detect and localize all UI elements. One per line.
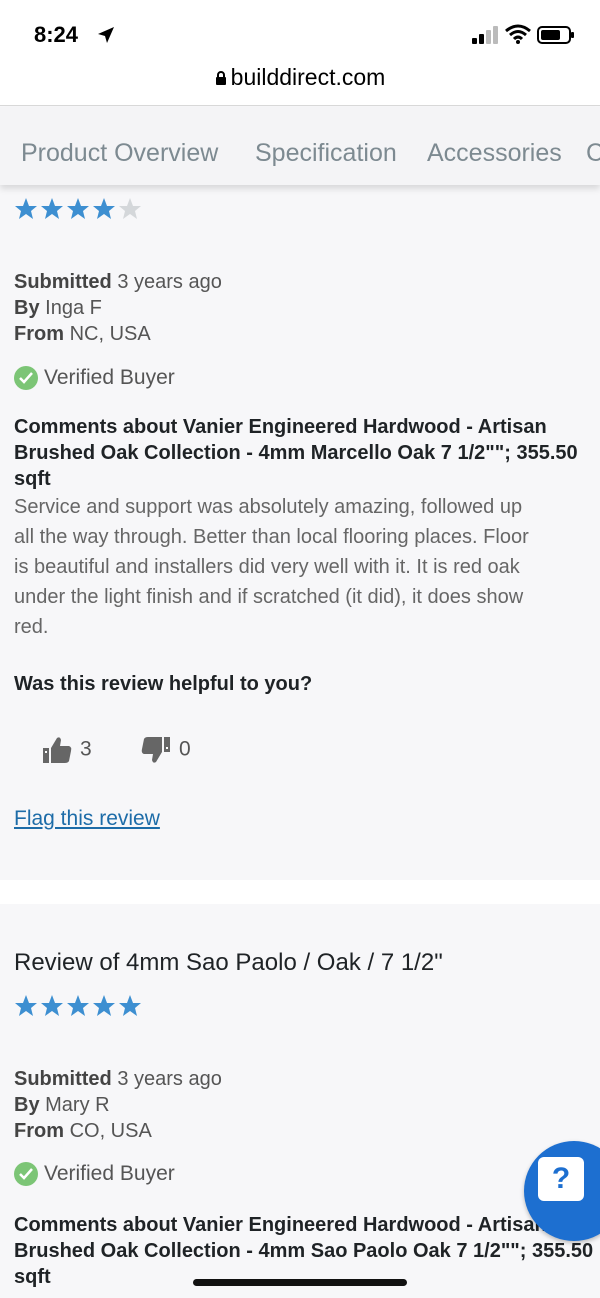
comment-title-line: Brushed Oak Collection - 4mm Marcello Oa… [14, 442, 578, 464]
checkmark-icon [14, 1162, 38, 1187]
submitted-value: 3 years ago [117, 1068, 222, 1090]
review-meta: Submitted 3 years ago By Inga F From NC,… [14, 269, 222, 347]
product-tabs: Product Overview Specification Accessori… [0, 107, 600, 185]
tab-next-partial[interactable]: C [586, 139, 600, 168]
star-icon [41, 995, 63, 1016]
star-icon [67, 198, 89, 219]
thumbs-up-button[interactable]: 3 [42, 735, 92, 765]
comment-title-line: Comments about Vanier Engineered Hardwoo… [14, 1214, 547, 1236]
thumbs-down-count: 0 [179, 737, 191, 761]
signal-icon [472, 26, 498, 44]
by-label: By [14, 297, 40, 319]
submitted-label: Submitted [14, 271, 112, 293]
review-body-line: under the light finish and if scratched … [14, 586, 524, 608]
verified-buyer-label: Verified Buyer [44, 366, 175, 389]
reviewer-name: Mary R [45, 1094, 110, 1116]
verified-buyer-badge: Verified Buyer [14, 1162, 175, 1187]
review-body-line: Service and support was absolutely amazi… [14, 496, 523, 518]
help-chat-icon: ? [538, 1157, 584, 1201]
review-body-line: is beautiful and installers did very wel… [14, 556, 520, 578]
tab-product-overview[interactable]: Product Overview [21, 139, 218, 168]
review-title: Review of 4mm Sao Paolo / Oak / 7 1/2" [14, 949, 443, 976]
address-bar[interactable]: builddirect.com [0, 64, 600, 106]
star-icon [119, 995, 141, 1016]
reviewer-name: Inga F [45, 297, 102, 319]
review-body: Service and support was absolutely amazi… [14, 492, 600, 642]
star-rating [14, 197, 144, 221]
review-meta: Submitted 3 years ago By Mary R From CO,… [14, 1066, 222, 1144]
from-label: From [14, 1120, 64, 1142]
reviewer-location: NC, USA [69, 323, 151, 345]
comment-title: Comments about Vanier Engineered Hardwoo… [14, 414, 600, 492]
submitted-value: 3 years ago [117, 271, 222, 293]
comment-title-line: sqft [14, 1266, 51, 1288]
battery-icon [537, 26, 574, 44]
comment-title-line: Comments about Vanier Engineered Hardwoo… [14, 416, 547, 438]
url-domain: builddirect.com [230, 64, 386, 90]
comment-title-line: sqft [14, 468, 51, 490]
location-arrow-icon [98, 27, 114, 43]
review-body-line: all the way through. Better than local f… [14, 526, 529, 548]
status-time: 8:24 [34, 22, 79, 47]
wifi-icon [505, 24, 531, 44]
thumbs-up-icon [43, 737, 72, 763]
star-icon [93, 995, 115, 1016]
reviewer-location: CO, USA [69, 1120, 152, 1142]
helpful-question: Was this review helpful to you? [14, 673, 313, 695]
review-card: Review of 4mm Sao Paolo / Oak / 7 1/2" S… [0, 904, 600, 1298]
comment-title-line: Brushed Oak Collection - 4mm Sao Paolo O… [14, 1240, 594, 1262]
flag-review-link[interactable]: Flag this review [14, 807, 160, 831]
submitted-label: Submitted [14, 1068, 112, 1090]
checkmark-icon [14, 366, 38, 391]
home-indicator[interactable] [193, 1279, 407, 1286]
star-icon [41, 198, 63, 219]
tab-specification[interactable]: Specification [255, 139, 397, 168]
lock-icon [215, 70, 226, 85]
star-icon [15, 995, 37, 1016]
tab-accessories[interactable]: Accessories [427, 139, 562, 168]
star-icon [15, 198, 37, 219]
star-rating [14, 994, 144, 1018]
thumbs-down-icon [141, 737, 170, 763]
star-icon [67, 995, 89, 1016]
star-icon [93, 198, 115, 219]
review-card: Submitted 3 years ago By Inga F From NC,… [0, 185, 600, 880]
thumbs-down-button[interactable]: 0 [141, 735, 191, 765]
from-label: From [14, 323, 64, 345]
star-icon [119, 198, 141, 219]
verified-buyer-label: Verified Buyer [44, 1162, 175, 1185]
review-body-line: red. [14, 616, 49, 638]
status-bar: 8:24 [0, 0, 600, 64]
thumbs-up-count: 3 [80, 737, 92, 761]
by-label: By [14, 1094, 40, 1116]
verified-buyer-badge: Verified Buyer [14, 366, 175, 391]
card-separator [0, 880, 600, 904]
